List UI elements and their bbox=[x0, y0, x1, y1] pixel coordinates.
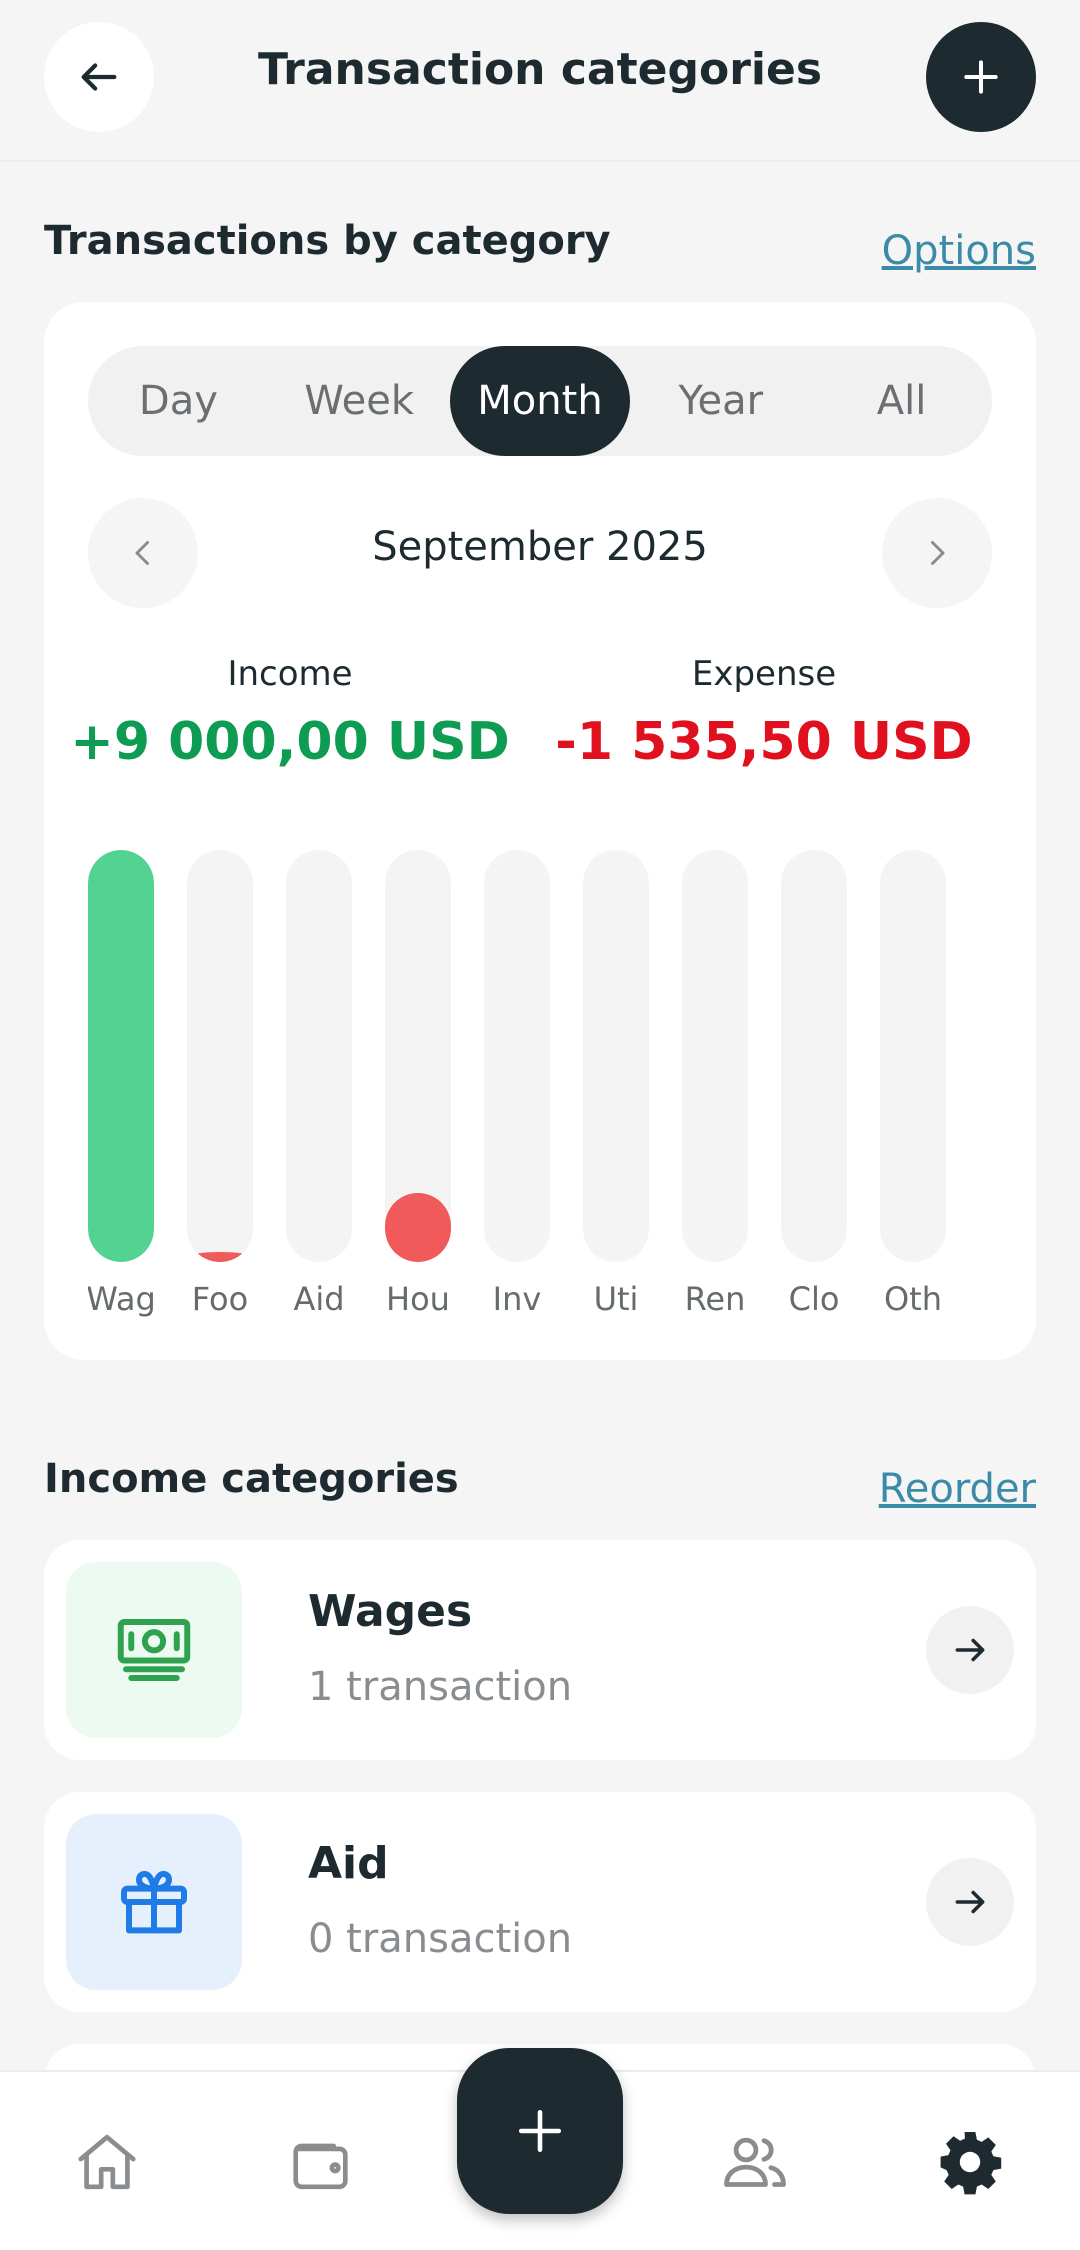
bar-track-hou[interactable] bbox=[385, 850, 451, 1262]
bar-label-clo: Clo bbox=[788, 1280, 840, 1318]
bar-label-uti: Uti bbox=[593, 1280, 639, 1318]
plus-icon bbox=[518, 2109, 562, 2153]
bar-label-aid: Aid bbox=[293, 1280, 345, 1318]
nav-home[interactable] bbox=[67, 2122, 147, 2202]
cash-icon bbox=[117, 1619, 191, 1681]
chevron-right-icon bbox=[931, 541, 945, 565]
bar-track-inv[interactable] bbox=[484, 850, 550, 1262]
plus-icon bbox=[964, 60, 998, 94]
next-period-button[interactable] bbox=[882, 498, 992, 608]
bar-hou bbox=[385, 1193, 451, 1262]
bar-track-ren[interactable] bbox=[682, 850, 748, 1262]
page-title: Transaction categories bbox=[257, 44, 823, 95]
section-title-transactions: Transactions by category bbox=[44, 218, 611, 264]
category-name: Aid bbox=[308, 1838, 389, 1889]
arrow-right-icon bbox=[955, 1638, 985, 1662]
expense-total: -1 535,50 USD bbox=[555, 712, 973, 772]
category-row-wages[interactable]: Wages 1 transaction bbox=[44, 1540, 1036, 1760]
category-icon-tile bbox=[66, 1562, 242, 1738]
period-tabs: Day Week Month Year All bbox=[88, 346, 992, 456]
wallet-icon bbox=[293, 2143, 348, 2190]
transaction-categories-screen: Transaction categories Transactions by c… bbox=[0, 0, 1080, 2250]
open-category-button[interactable] bbox=[926, 1858, 1014, 1946]
open-category-button[interactable] bbox=[926, 1606, 1014, 1694]
options-link[interactable]: Options bbox=[882, 228, 1036, 274]
category-icon-tile bbox=[66, 1814, 242, 1990]
bar-label-foo: Foo bbox=[191, 1280, 249, 1318]
bar-track-oth[interactable] bbox=[880, 850, 946, 1262]
bar-track-clo[interactable] bbox=[781, 850, 847, 1262]
bar-track-uti[interactable] bbox=[583, 850, 649, 1262]
home-icon bbox=[78, 2134, 136, 2190]
transaction-count: 0 transaction bbox=[308, 1916, 573, 1962]
gear-icon bbox=[940, 2132, 1002, 2195]
section-title-income: Income categories bbox=[44, 1456, 459, 1502]
people-icon bbox=[724, 2137, 786, 2187]
bar-label-wag: Wag bbox=[88, 1280, 156, 1318]
chart-card: Day Week Month Year All September 2025 I… bbox=[44, 302, 1036, 1360]
transaction-count: 1 transaction bbox=[308, 1664, 573, 1710]
category-name: Wages bbox=[308, 1586, 473, 1637]
bar-track-wag[interactable] bbox=[88, 850, 154, 1262]
app-header: Transaction categories bbox=[0, 0, 1080, 162]
bar-label-oth: Oth bbox=[883, 1280, 942, 1318]
expense-label: Expense bbox=[691, 654, 837, 694]
tab-all[interactable]: All bbox=[811, 346, 992, 456]
add-category-button[interactable] bbox=[926, 22, 1036, 132]
bar-foo bbox=[187, 1252, 253, 1262]
tab-year[interactable]: Year bbox=[630, 346, 811, 456]
income-total: +9 000,00 USD bbox=[70, 712, 510, 772]
gift-icon bbox=[121, 1870, 187, 1934]
category-row-aid[interactable]: Aid 0 transaction bbox=[44, 1792, 1036, 2012]
tab-week[interactable]: Week bbox=[269, 346, 450, 456]
category-bar-chart: Wag Foo Aid Hou Inv Uti Ren Clo Oth bbox=[88, 850, 1036, 1330]
income-label: Income bbox=[227, 654, 353, 694]
bar-label-hou: Hou bbox=[386, 1280, 450, 1318]
arrow-right-icon bbox=[955, 1890, 985, 1914]
bar-label-inv: Inv bbox=[492, 1280, 542, 1318]
tab-month[interactable]: Month bbox=[449, 346, 631, 456]
nav-settings[interactable] bbox=[930, 2122, 1010, 2202]
bar-track-foo[interactable] bbox=[187, 850, 253, 1262]
bar-wag bbox=[88, 850, 154, 1262]
reorder-link[interactable]: Reorder bbox=[879, 1466, 1036, 1512]
bar-label-ren: Ren bbox=[684, 1280, 746, 1318]
add-transaction-fab[interactable] bbox=[457, 2048, 623, 2214]
nav-wallet[interactable] bbox=[282, 2122, 362, 2202]
bar-track-aid[interactable] bbox=[286, 850, 352, 1262]
tab-day[interactable]: Day bbox=[88, 346, 269, 456]
nav-people[interactable] bbox=[715, 2122, 795, 2202]
